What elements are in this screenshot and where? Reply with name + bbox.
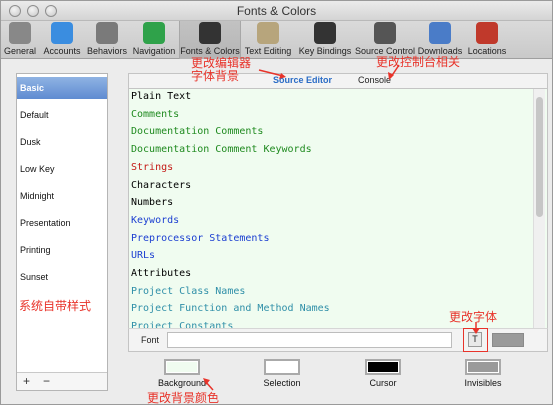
toolbar-item-label: Navigation bbox=[132, 46, 176, 56]
title-bar: Fonts & Colors bbox=[1, 1, 552, 21]
toolbar-item-behaviors[interactable]: Behaviors bbox=[85, 21, 129, 59]
toolbar-item-key-bindings[interactable]: Key Bindings bbox=[295, 21, 355, 59]
syntax-list: Plain Text Comments Documentation Comments… bbox=[128, 88, 548, 330]
general-switch-icon bbox=[9, 22, 31, 44]
syntax-row[interactable]: Characters bbox=[131, 179, 191, 193]
navigation-arrows-icon bbox=[143, 22, 165, 44]
scrollbar-thumb[interactable] bbox=[536, 97, 543, 217]
theme-item[interactable]: Dusk bbox=[17, 131, 107, 153]
syntax-row[interactable]: Numbers bbox=[131, 196, 173, 210]
annotation-change-font: 更改字体 bbox=[449, 310, 498, 324]
toolbar-item-locations[interactable]: Locations bbox=[465, 21, 509, 59]
remove-theme-button[interactable]: − bbox=[43, 374, 50, 388]
add-theme-button[interactable]: + bbox=[23, 374, 30, 388]
choose-font-button[interactable]: T bbox=[468, 332, 482, 347]
keyboard-icon bbox=[314, 22, 336, 44]
text-editing-icon bbox=[257, 22, 279, 44]
annotation-theme-styles: 系统自带样式 bbox=[19, 299, 92, 313]
color-swatch bbox=[468, 362, 498, 372]
color-well-invisibles[interactable] bbox=[465, 359, 501, 375]
color-well-cursor[interactable] bbox=[365, 359, 401, 375]
window-title: Fonts & Colors bbox=[236, 4, 317, 18]
syntax-row[interactable]: Keywords bbox=[131, 214, 179, 228]
syntax-row[interactable]: URLs bbox=[131, 249, 155, 263]
font-label: Font bbox=[141, 335, 160, 345]
syntax-row[interactable]: Project Class Names bbox=[131, 285, 245, 299]
gears-icon bbox=[96, 22, 118, 44]
toolbar-item-navigation[interactable]: Navigation bbox=[129, 21, 179, 59]
toolbar-item-label: Key Bindings bbox=[298, 46, 352, 56]
color-swatch bbox=[167, 362, 197, 372]
annotation-editor-background: 更改编辑器 字体背景 bbox=[191, 56, 252, 83]
toolbar-item-label: Behaviors bbox=[86, 46, 128, 56]
preferences-window: Fonts & Colors General Accounts Behaviors N… bbox=[0, 0, 553, 405]
annotation-background-color: 更改背景颜色 bbox=[147, 391, 220, 405]
theme-item[interactable]: Basic bbox=[17, 77, 107, 99]
toolbar-item-label: General bbox=[3, 46, 37, 56]
toolbar-item-label: Locations bbox=[467, 46, 507, 56]
syntax-list-scrollbar[interactable] bbox=[533, 89, 545, 329]
tab-console[interactable]: Console bbox=[358, 75, 391, 85]
toolbar-item-accounts[interactable]: Accounts bbox=[39, 21, 85, 59]
font-color-swatch[interactable] bbox=[492, 333, 524, 347]
joystick-icon bbox=[476, 22, 498, 44]
theme-item[interactable]: Midnight bbox=[17, 185, 107, 207]
annotation-console: 更改控制台相关 bbox=[376, 55, 461, 69]
toolbar-item-label: Text Editing bbox=[244, 46, 292, 56]
theme-item[interactable]: Presentation bbox=[17, 212, 107, 234]
syntax-row[interactable]: Plain Text bbox=[131, 90, 191, 104]
font-field[interactable] bbox=[167, 332, 452, 348]
download-arrow-icon bbox=[429, 22, 451, 44]
syntax-row[interactable]: Preprocessor Statements bbox=[131, 232, 269, 246]
font-row: Font T bbox=[128, 328, 548, 352]
syntax-row[interactable]: Project Function and Method Names bbox=[131, 302, 330, 316]
toolbar-item-fonts-colors[interactable]: Fonts & Colors bbox=[179, 21, 241, 59]
theme-item[interactable]: Printing bbox=[17, 239, 107, 261]
color-swatch bbox=[368, 362, 398, 372]
theme-list: + − Basic Default Dusk Low Key Midnight Prese… bbox=[16, 73, 108, 391]
syntax-row[interactable]: Strings bbox=[131, 161, 173, 175]
toolbar-item-label: Accounts bbox=[43, 46, 81, 56]
color-well-background[interactable] bbox=[164, 359, 200, 375]
syntax-row[interactable]: Comments bbox=[131, 108, 179, 122]
theme-item[interactable]: Default bbox=[17, 104, 107, 126]
syntax-row[interactable]: Documentation Comments bbox=[131, 125, 263, 139]
toolbar-item-general[interactable]: General bbox=[1, 21, 39, 59]
at-sign-icon bbox=[51, 22, 73, 44]
theme-item[interactable]: Sunset bbox=[17, 266, 107, 288]
theme-item[interactable]: Low Key bbox=[17, 158, 107, 180]
syntax-row[interactable]: Documentation Comment Keywords bbox=[131, 143, 312, 157]
color-swatch bbox=[267, 362, 297, 372]
toolbar-item-label: Fonts & Colors bbox=[180, 46, 240, 56]
color-well-label: Invisibles bbox=[464, 378, 502, 388]
tab-source-editor[interactable]: Source Editor bbox=[273, 75, 332, 85]
toolbar-item-text-editing[interactable]: Text Editing bbox=[241, 21, 295, 59]
source-control-icon bbox=[374, 22, 396, 44]
preferences-toolbar: General Accounts Behaviors Navigation Fonts … bbox=[1, 21, 552, 59]
fonts-colors-icon bbox=[199, 22, 221, 44]
theme-list-footer: + − bbox=[17, 372, 107, 390]
syntax-row[interactable]: Attributes bbox=[131, 267, 191, 281]
color-well-label: Cursor bbox=[369, 378, 397, 388]
color-well-label: Background bbox=[157, 378, 207, 388]
color-well-selection[interactable] bbox=[264, 359, 300, 375]
color-well-label: Selection bbox=[263, 378, 301, 388]
